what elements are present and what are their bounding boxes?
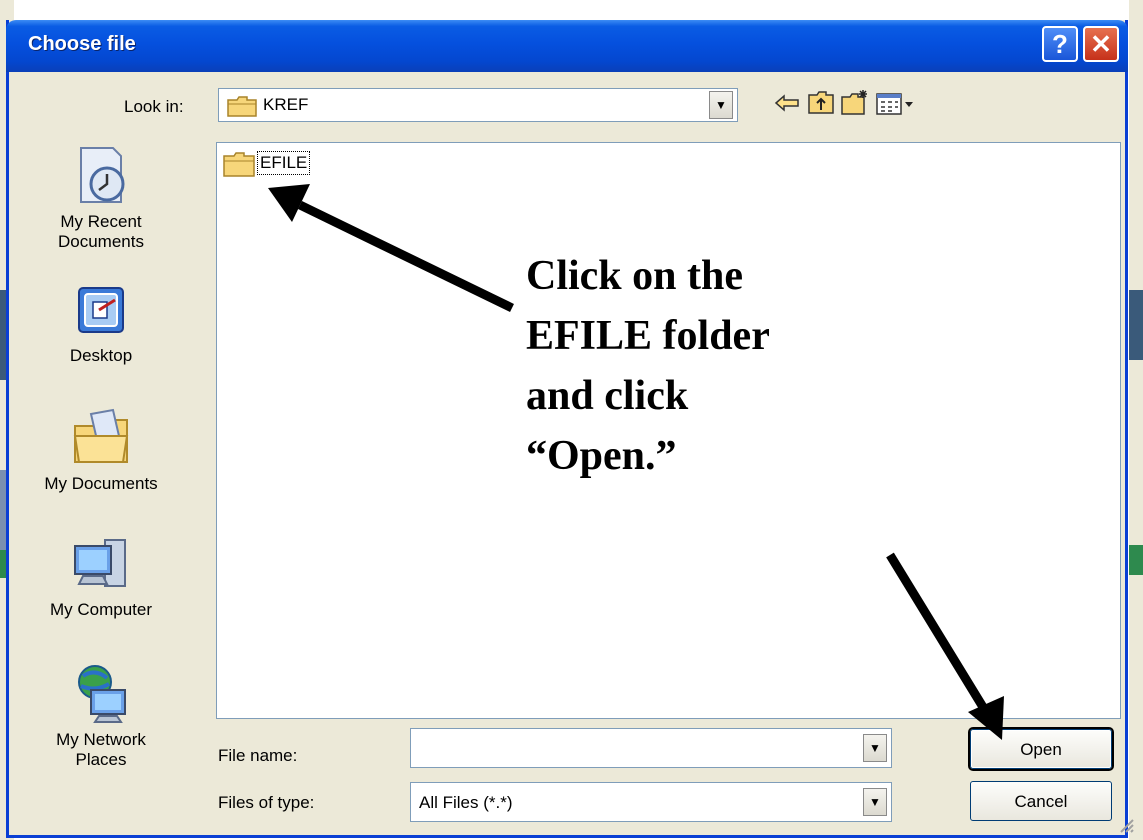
annotation-arrows — [268, 184, 1004, 740]
arrow-to-efile — [268, 184, 514, 313]
arrow-to-open-button — [886, 552, 1004, 740]
